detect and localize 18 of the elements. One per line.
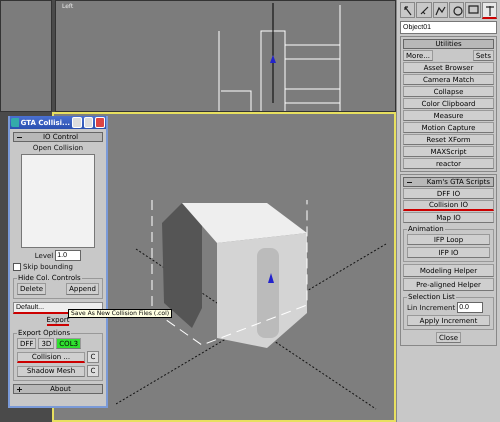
collision-list[interactable] — [21, 154, 95, 248]
plus-icon — [17, 386, 22, 392]
app-icon — [11, 118, 19, 127]
minimize-button[interactable] — [72, 117, 82, 128]
command-tab[interactable] — [400, 2, 416, 18]
maximize-button[interactable] — [84, 117, 94, 128]
checkbox[interactable] — [13, 263, 21, 271]
minus-icon — [407, 180, 412, 184]
close-button[interactable] — [95, 117, 105, 128]
command-tab[interactable] — [482, 2, 497, 19]
command-tab[interactable] — [448, 2, 464, 18]
minus-icon — [17, 134, 22, 140]
viewport[interactable] — [0, 0, 52, 112]
command-tab[interactable] — [416, 2, 432, 18]
command-tab[interactable] — [432, 2, 448, 18]
command-tab[interactable] — [465, 2, 481, 18]
monitor-icon — [466, 4, 479, 16]
pointer-icon — [402, 4, 414, 16]
